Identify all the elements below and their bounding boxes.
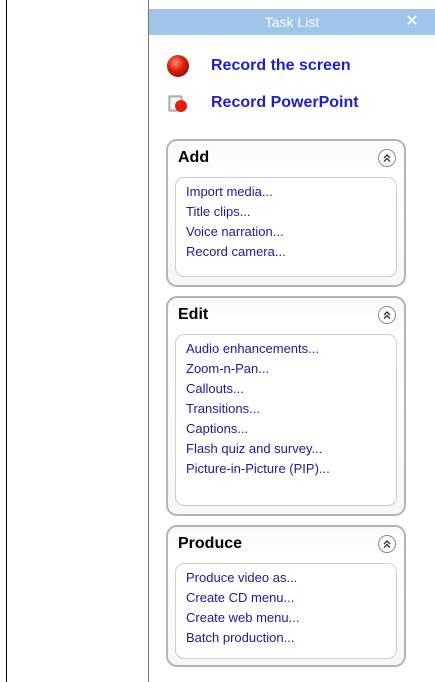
record-screen-label: Record the screen [211,57,351,74]
list-item-flash-quiz[interactable]: Flash quiz and survey... [186,439,396,459]
list-item-transitions[interactable]: Transitions... [186,399,396,419]
list-item-captions[interactable]: Captions... [186,419,396,439]
produce-group: Produce Produce video as... Create CD me… [166,525,406,667]
edit-group-title: Edit [178,306,209,323]
produce-group-title: Produce [178,535,243,552]
edit-collapse-button[interactable] [378,306,396,324]
edit-group: Edit Audio enhancements... Zoom-n-Pan...… [166,296,406,516]
produce-collapse-button[interactable] [378,535,396,553]
list-item-batch-production[interactable]: Batch production... [186,628,396,648]
red-dot-icon [165,53,191,79]
list-item-record-camera[interactable]: Record camera... [186,242,396,262]
chevron-double-up-icon [383,154,391,162]
edit-group-list: Audio enhancements... Zoom-n-Pan... Call… [175,334,397,506]
close-button[interactable]: ✕ [403,12,421,32]
add-group-list: Import media... Title clips... Voice nar… [175,177,397,277]
list-item-import-media[interactable]: Import media... [186,182,396,202]
list-item-create-web-menu[interactable]: Create web menu... [186,608,396,628]
list-item-produce-video[interactable]: Produce video as... [186,568,396,588]
record-powerpoint-label: Record PowerPoint [211,94,359,111]
list-item-zoom-n-pan[interactable]: Zoom-n-Pan... [186,359,396,379]
list-item-title-clips[interactable]: Title clips... [186,202,396,222]
list-item-voice-narration[interactable]: Voice narration... [186,222,396,242]
list-item-callouts[interactable]: Callouts... [186,379,396,399]
record-powerpoint-link[interactable]: Record PowerPoint [165,88,359,118]
add-collapse-button[interactable] [378,149,396,167]
list-item-picture-in-picture[interactable]: Picture-in-Picture (PIP)... [186,459,396,479]
produce-group-list: Produce video as... Create CD menu... Cr… [175,563,397,659]
chevron-double-up-icon [383,540,391,548]
chevron-double-up-icon [383,311,391,319]
title-bar: Task List ✕ [149,9,435,35]
application-window: Task List ✕ Record the screen Record Pow… [0,0,435,682]
left-divider [6,0,7,682]
list-item-create-cd-menu[interactable]: Create CD menu... [186,588,396,608]
list-item-audio-enhancements[interactable]: Audio enhancements... [186,339,396,359]
add-group: Add Import media... Title clips... Voice… [166,139,406,287]
powerpoint-record-icon [165,90,191,116]
task-list-pane: Task List ✕ Record the screen Record Pow… [148,0,435,682]
record-screen-link[interactable]: Record the screen [165,51,351,81]
pane-title: Task List [264,14,320,30]
add-group-title: Add [178,149,210,166]
pane-header: Task List ✕ [149,0,435,35]
